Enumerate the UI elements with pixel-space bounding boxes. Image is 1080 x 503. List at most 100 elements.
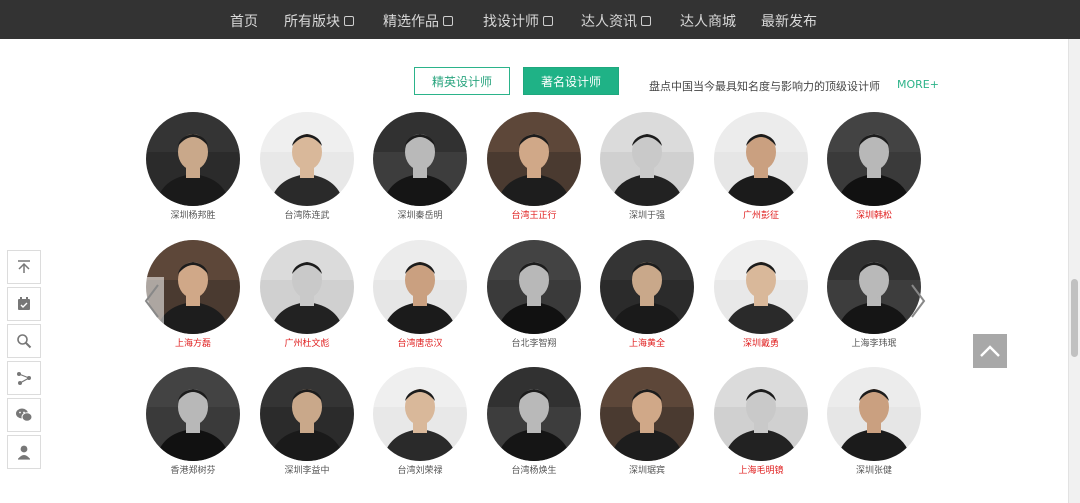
page-scrollbar[interactable]	[1068, 39, 1080, 503]
designer-card[interactable]: 广州杜文彪	[250, 240, 364, 362]
designer-card[interactable]: 台北李智翔	[477, 240, 591, 362]
designer-name[interactable]: 深圳李益中	[250, 463, 364, 476]
nav-item[interactable]: 达人资讯	[581, 11, 651, 31]
designer-card[interactable]: 香港郑树芬	[136, 367, 250, 489]
side-signin-button[interactable]	[7, 287, 41, 321]
designer-avatar[interactable]	[260, 112, 354, 206]
nav-item-label: 找设计师	[483, 14, 539, 30]
designer-avatar[interactable]	[373, 367, 467, 461]
designer-avatar[interactable]	[714, 367, 808, 461]
designer-name[interactable]: 台北李智翔	[477, 336, 591, 349]
designer-card[interactable]: 广州彭征	[704, 112, 818, 234]
designer-name[interactable]: 台湾陈连武	[250, 208, 364, 221]
side-wechat-button[interactable]	[7, 398, 41, 432]
wechat-icon	[16, 408, 33, 422]
portrait-photo	[600, 367, 694, 461]
portrait-photo	[373, 112, 467, 206]
designer-card[interactable]: 深圳于强	[590, 112, 704, 234]
designer-avatar[interactable]	[487, 240, 581, 334]
designer-name[interactable]: 广州彭征	[704, 208, 818, 221]
nav-item[interactable]: 达人商城	[680, 11, 736, 31]
back-to-top-button[interactable]	[973, 334, 1007, 368]
carousel-next-button[interactable]	[906, 277, 930, 325]
designer-card[interactable]: 上海毛明镜	[704, 367, 818, 489]
designer-name[interactable]: 台湾杨焕生	[477, 463, 591, 476]
designer-avatar[interactable]	[146, 367, 240, 461]
designer-card[interactable]: 台湾陈连武	[250, 112, 364, 234]
portrait-photo	[600, 112, 694, 206]
designer-avatar[interactable]	[827, 367, 921, 461]
designer-card[interactable]: 台湾王正行	[477, 112, 591, 234]
portrait-photo	[714, 112, 808, 206]
dropdown-box-icon	[543, 16, 553, 26]
designer-card[interactable]: 深圳韩松	[817, 112, 931, 234]
designer-name[interactable]: 上海黄全	[590, 336, 704, 349]
nav-item[interactable]: 所有版块	[284, 11, 354, 31]
designer-name[interactable]: 上海李玮珉	[817, 336, 931, 349]
designer-name[interactable]: 深圳秦岳明	[363, 208, 477, 221]
nav-item[interactable]: 找设计师	[483, 11, 553, 31]
designer-name[interactable]: 台湾刘荣禄	[363, 463, 477, 476]
more-link[interactable]: MORE+	[897, 78, 939, 91]
designer-name[interactable]: 广州杜文彪	[250, 336, 364, 349]
designer-avatar[interactable]	[600, 112, 694, 206]
designer-avatar[interactable]	[373, 240, 467, 334]
nav-item-label: 达人商城	[680, 14, 736, 30]
designer-name[interactable]: 台湾唐忠汉	[363, 336, 477, 349]
designer-card[interactable]: 台湾刘荣禄	[363, 367, 477, 489]
scrollbar-thumb[interactable]	[1071, 279, 1078, 357]
designer-avatar[interactable]	[827, 112, 921, 206]
designer-card[interactable]: 深圳张健	[817, 367, 931, 489]
designer-name[interactable]: 台湾王正行	[477, 208, 591, 221]
portrait-photo	[146, 112, 240, 206]
designer-avatar[interactable]	[600, 367, 694, 461]
designer-card[interactable]: 深圳戴勇	[704, 240, 818, 362]
designer-avatar[interactable]	[260, 367, 354, 461]
calendar-icon	[18, 297, 30, 310]
tab-famous-designers[interactable]: 著名设计师	[523, 67, 619, 95]
side-top-button[interactable]	[7, 250, 41, 284]
portrait-photo	[714, 367, 808, 461]
designer-card[interactable]: 深圳琚宾	[590, 367, 704, 489]
tab-elite-designers[interactable]: 精英设计师	[414, 67, 510, 95]
designer-name[interactable]: 深圳杨邦胜	[136, 208, 250, 221]
designer-avatar[interactable]	[146, 112, 240, 206]
designer-name[interactable]: 深圳张健	[817, 463, 931, 476]
designer-name[interactable]: 上海方磊	[136, 336, 250, 349]
designer-card[interactable]: 台湾杨焕生	[477, 367, 591, 489]
side-share-button[interactable]	[7, 361, 41, 395]
side-toolbar	[7, 250, 41, 472]
portrait-photo	[487, 367, 581, 461]
carousel-prev-button[interactable]	[140, 277, 164, 325]
nav-item[interactable]: 最新发布	[761, 11, 817, 31]
designer-name[interactable]: 深圳韩松	[817, 208, 931, 221]
designer-avatar[interactable]	[373, 112, 467, 206]
designer-name[interactable]: 深圳于强	[590, 208, 704, 221]
designer-avatar[interactable]	[487, 367, 581, 461]
designer-avatar[interactable]	[487, 112, 581, 206]
side-search-button[interactable]	[7, 324, 41, 358]
designer-card[interactable]: 深圳秦岳明	[363, 112, 477, 234]
chevron-left-icon	[144, 284, 159, 318]
portrait-photo	[373, 240, 467, 334]
designer-avatar[interactable]	[260, 240, 354, 334]
designer-card[interactable]: 上海黄全	[590, 240, 704, 362]
nav-item-label: 最新发布	[761, 14, 817, 30]
designer-card[interactable]: 深圳杨邦胜	[136, 112, 250, 234]
designer-card[interactable]: 台湾唐忠汉	[363, 240, 477, 362]
designer-name[interactable]: 深圳琚宾	[590, 463, 704, 476]
designer-name[interactable]: 深圳戴勇	[704, 336, 818, 349]
nav-item[interactable]: 精选作品	[383, 11, 453, 31]
designer-name[interactable]: 香港郑树芬	[136, 463, 250, 476]
search-icon	[17, 334, 32, 349]
side-user-button[interactable]	[7, 435, 41, 469]
section-tagline: 盘点中国当今最具知名度与影响力的顶级设计师	[649, 80, 880, 93]
designer-avatar[interactable]	[714, 112, 808, 206]
nav-item[interactable]: 首页	[230, 11, 258, 31]
portrait-photo	[714, 240, 808, 334]
designer-name[interactable]: 上海毛明镜	[704, 463, 818, 476]
designer-avatar[interactable]	[600, 240, 694, 334]
designer-card[interactable]: 深圳李益中	[250, 367, 364, 489]
designer-avatar[interactable]	[714, 240, 808, 334]
chevron-right-icon	[911, 284, 926, 318]
